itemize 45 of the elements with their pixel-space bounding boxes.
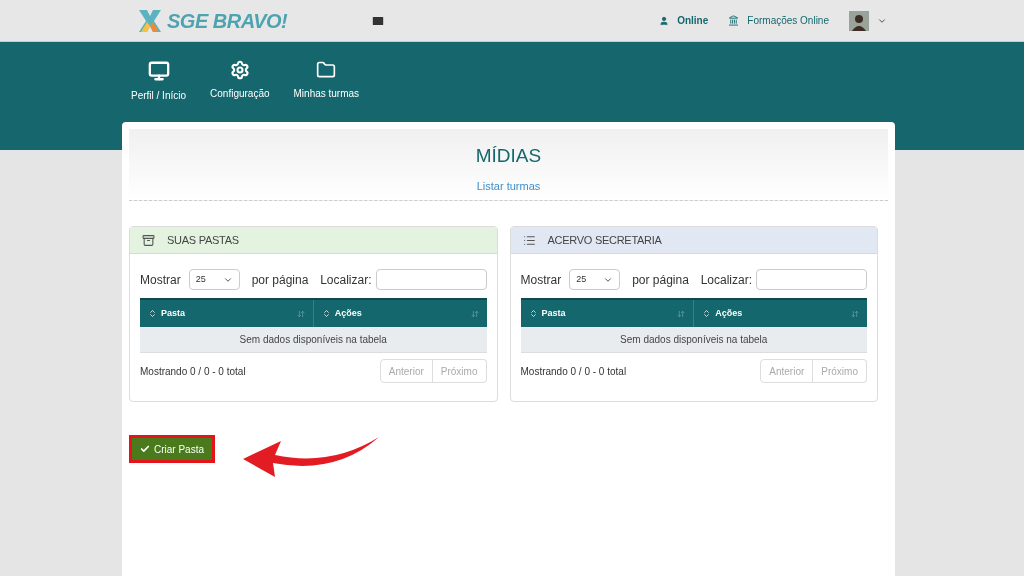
- settings-icon: [229, 60, 250, 80]
- page-size-select[interactable]: 25: [188, 269, 240, 290]
- nav-item[interactable]: Perfil / Início: [131, 60, 187, 103]
- user-icon: [659, 15, 670, 26]
- empty-row: Sem dados disponíveis na tabela: [520, 327, 867, 352]
- search-field[interactable]: [375, 269, 487, 290]
- show-label: Mostrar: [140, 271, 181, 289]
- logo-icon: [137, 7, 163, 34]
- monitor-icon: [147, 60, 170, 82]
- list-icon: [522, 233, 536, 247]
- sort-icon: [470, 309, 479, 318]
- sort-icon: [296, 309, 305, 318]
- avatar[interactable]: [849, 10, 869, 31]
- nav-item[interactable]: Configuração: [210, 60, 270, 101]
- per-page-label: por página: [632, 271, 689, 289]
- check-icon: [140, 444, 150, 454]
- sort-icon: [148, 309, 157, 318]
- sort-icon: [528, 309, 538, 318]
- panel-title: ACERVO SECRETARIA: [547, 232, 662, 248]
- search-label: Localizar:: [700, 271, 752, 289]
- column-header[interactable]: Pasta: [520, 300, 694, 327]
- sort-icon: [702, 309, 712, 318]
- table-info: Mostrando 0 / 0 - 0 total: [140, 364, 246, 379]
- page-title: MÍDIAS: [475, 146, 542, 165]
- panel-title: SUAS PASTAS: [167, 232, 239, 248]
- sort-icon: [677, 309, 686, 318]
- search-field[interactable]: [756, 269, 867, 290]
- folder-icon: [316, 60, 337, 80]
- building-icon: [728, 15, 740, 26]
- table-info: Mostrando 0 / 0 - 0 total: [520, 364, 627, 379]
- logo-text: SGE BRAVO!: [167, 8, 288, 34]
- nav-item[interactable]: Minhas turmas: [293, 60, 360, 101]
- courses-link[interactable]: Formações Online: [747, 13, 829, 28]
- page-size-select[interactable]: 25: [569, 269, 621, 290]
- column-header[interactable]: Pasta: [140, 300, 313, 327]
- create-folder-button[interactable]: Criar Pasta: [129, 435, 215, 463]
- status-text: Online: [677, 14, 709, 28]
- empty-row: Sem dados disponíveis na tabela: [140, 327, 487, 352]
- search-label: Localizar:: [320, 271, 372, 289]
- sort-icon: [321, 309, 331, 318]
- list-classes-link[interactable]: Listar turmas: [476, 178, 541, 195]
- archive-icon: [142, 233, 155, 247]
- sort-icon: [851, 309, 859, 318]
- show-label: Mostrar: [520, 271, 562, 289]
- per-page-label: por página: [251, 271, 309, 289]
